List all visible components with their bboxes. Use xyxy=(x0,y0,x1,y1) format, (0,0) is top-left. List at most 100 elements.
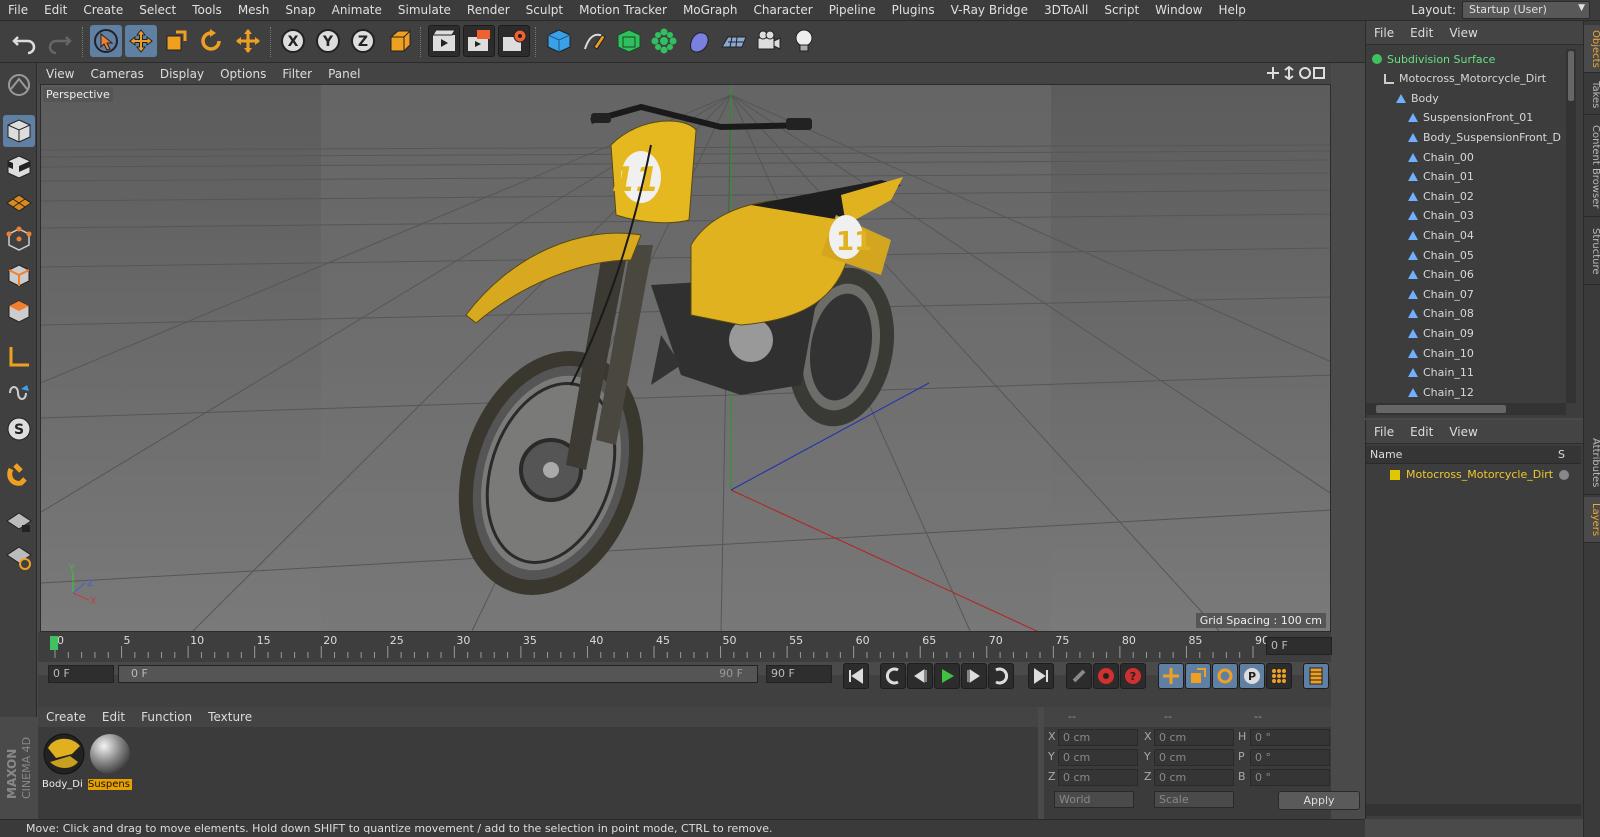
material-menu-texture[interactable]: Texture xyxy=(200,710,260,724)
viewport-menu-view[interactable]: View xyxy=(38,67,82,81)
layer-row[interactable]: Motocross_Motorcycle_Dirt xyxy=(1366,466,1581,484)
tab-layers[interactable]: Layers xyxy=(1584,497,1600,543)
material-item[interactable]: Suspens xyxy=(88,732,132,790)
pos-y-field[interactable]: 0 cm xyxy=(1058,749,1138,766)
viewport-menu-cameras[interactable]: Cameras xyxy=(82,67,151,81)
tree-item[interactable]: Chain_12 xyxy=(1366,382,1566,401)
tree-item[interactable]: Chain_00 xyxy=(1366,147,1566,167)
menu-sculpt[interactable]: Sculpt xyxy=(518,3,571,17)
menu-mesh[interactable]: Mesh xyxy=(230,3,278,17)
tab-content-browser[interactable]: Content Browser xyxy=(1584,117,1600,217)
size-z-field[interactable]: 0 cm xyxy=(1154,769,1234,786)
prev-frame-icon[interactable] xyxy=(907,663,933,689)
prev-key-icon[interactable] xyxy=(880,663,906,689)
menu-create[interactable]: Create xyxy=(75,3,131,17)
coord-mode-select[interactable]: World xyxy=(1054,791,1134,808)
pen-icon[interactable] xyxy=(578,25,610,57)
x-axis-icon[interactable]: X xyxy=(277,25,309,57)
rot-h-field[interactable]: 0 ° xyxy=(1250,729,1330,746)
tree-item[interactable]: Chain_01 xyxy=(1366,167,1566,187)
edges-mode-icon[interactable] xyxy=(3,259,35,291)
tab-structure[interactable]: Structure xyxy=(1584,219,1600,285)
camera-icon[interactable] xyxy=(753,25,785,57)
rot-b-field[interactable]: 0 ° xyxy=(1250,769,1330,786)
material-menu-edit[interactable]: Edit xyxy=(94,710,133,724)
range-slider[interactable]: 0 F 90 F xyxy=(118,665,758,683)
layer-solo-dot[interactable] xyxy=(1559,470,1569,480)
tab-takes[interactable]: Takes xyxy=(1584,75,1600,115)
menu-help[interactable]: Help xyxy=(1210,3,1253,17)
layers-menu-view[interactable]: View xyxy=(1441,425,1485,439)
playhead[interactable] xyxy=(50,636,58,650)
menu-v-ray-bridge[interactable]: V-Ray Bridge xyxy=(943,3,1036,17)
tree-item[interactable]: Body_SuspensionFront_D xyxy=(1366,127,1566,147)
menu-edit[interactable]: Edit xyxy=(36,3,75,17)
menu-script[interactable]: Script xyxy=(1096,3,1147,17)
polygons-mode-icon[interactable] xyxy=(3,295,35,327)
tree-item[interactable]: Chain_08 xyxy=(1366,304,1566,324)
menu-pipeline[interactable]: Pipeline xyxy=(821,3,884,17)
go-to-start-icon[interactable] xyxy=(843,663,869,689)
select-arrow-icon[interactable] xyxy=(90,25,122,57)
viewport-nav-icons[interactable] xyxy=(1267,65,1327,81)
scale-icon[interactable] xyxy=(160,25,192,57)
planar-workplane-icon[interactable] xyxy=(3,541,35,573)
viewport-menu-display[interactable]: Display xyxy=(152,67,212,81)
viewport-menu-panel[interactable]: Panel xyxy=(320,67,368,81)
object-tree[interactable]: Subdivision Surface Motocross_Motorcycle_… xyxy=(1366,49,1566,401)
key-rotation-icon[interactable] xyxy=(1212,663,1238,689)
object-mode-icon[interactable] xyxy=(3,115,35,147)
menu-motion-tracker[interactable]: Motion Tracker xyxy=(571,3,675,17)
tab-objects[interactable]: Objects xyxy=(1584,25,1600,73)
material-menu-create[interactable]: Create xyxy=(38,710,94,724)
snap-icon[interactable] xyxy=(3,459,35,491)
next-frame-icon[interactable] xyxy=(961,663,987,689)
objects-hscrollbar[interactable] xyxy=(1366,403,1566,415)
tree-item[interactable]: Chain_05 xyxy=(1366,245,1566,265)
menu-plugins[interactable]: Plugins xyxy=(884,3,943,17)
render-settings-icon[interactable] xyxy=(498,25,530,57)
menu-3dtoall[interactable]: 3DToAll xyxy=(1036,3,1096,17)
y-axis-icon[interactable]: Y xyxy=(312,25,344,57)
render-picture-viewer-icon[interactable] xyxy=(463,25,495,57)
tree-item[interactable]: Motocross_Motorcycle_Dirt xyxy=(1366,69,1566,89)
tree-item[interactable]: Chain_10 xyxy=(1366,343,1566,363)
z-axis-icon[interactable]: Z xyxy=(347,25,379,57)
start-frame-field[interactable]: 0 F xyxy=(48,665,114,683)
menu-snap[interactable]: Snap xyxy=(277,3,323,17)
objects-scrollbar[interactable] xyxy=(1566,49,1576,403)
apply-button[interactable]: Apply xyxy=(1278,791,1360,810)
undo-icon[interactable] xyxy=(8,25,40,57)
axis-mode-icon[interactable] xyxy=(3,341,35,373)
key-parameter-icon[interactable]: P xyxy=(1239,663,1265,689)
tree-item[interactable]: Body xyxy=(1366,88,1566,108)
menu-file[interactable]: File xyxy=(0,3,36,17)
menu-window[interactable]: Window xyxy=(1147,3,1210,17)
floor-icon[interactable] xyxy=(718,25,750,57)
autokey-icon[interactable] xyxy=(1093,663,1119,689)
size-x-field[interactable]: 0 cm xyxy=(1154,729,1234,746)
end-frame-field[interactable]: 90 F xyxy=(766,665,832,683)
menu-animate[interactable]: Animate xyxy=(324,3,390,17)
key-position-icon[interactable] xyxy=(1158,663,1184,689)
light-icon[interactable] xyxy=(788,25,820,57)
workplane-icon[interactable] xyxy=(3,187,35,219)
menu-render[interactable]: Render xyxy=(459,3,518,17)
menu-mograph[interactable]: MoGraph xyxy=(675,3,746,17)
coord-size-mode-select[interactable]: Scale xyxy=(1154,791,1234,808)
tree-item[interactable]: Chain_03 xyxy=(1366,206,1566,226)
cube-icon[interactable] xyxy=(543,25,575,57)
layers-menu-edit[interactable]: Edit xyxy=(1402,425,1441,439)
tweak-mode-icon[interactable] xyxy=(3,377,35,409)
rot-p-field[interactable]: 0 ° xyxy=(1250,749,1330,766)
timeline-window-icon[interactable] xyxy=(1303,663,1329,689)
tree-item[interactable]: Chain_04 xyxy=(1366,225,1566,245)
next-key-icon[interactable] xyxy=(988,663,1014,689)
lock-workplane-icon[interactable] xyxy=(3,505,35,537)
objects-menu-edit[interactable]: Edit xyxy=(1402,26,1441,40)
pos-x-field[interactable]: 0 cm xyxy=(1058,729,1138,746)
points-mode-icon[interactable] xyxy=(3,223,35,255)
3d-viewport[interactable]: 11 11 Y X Z Perspective Grid Spacing : 1… xyxy=(40,84,1331,632)
tree-item[interactable]: SuspensionFront_01 xyxy=(1366,108,1566,128)
move-icon[interactable] xyxy=(125,25,157,57)
